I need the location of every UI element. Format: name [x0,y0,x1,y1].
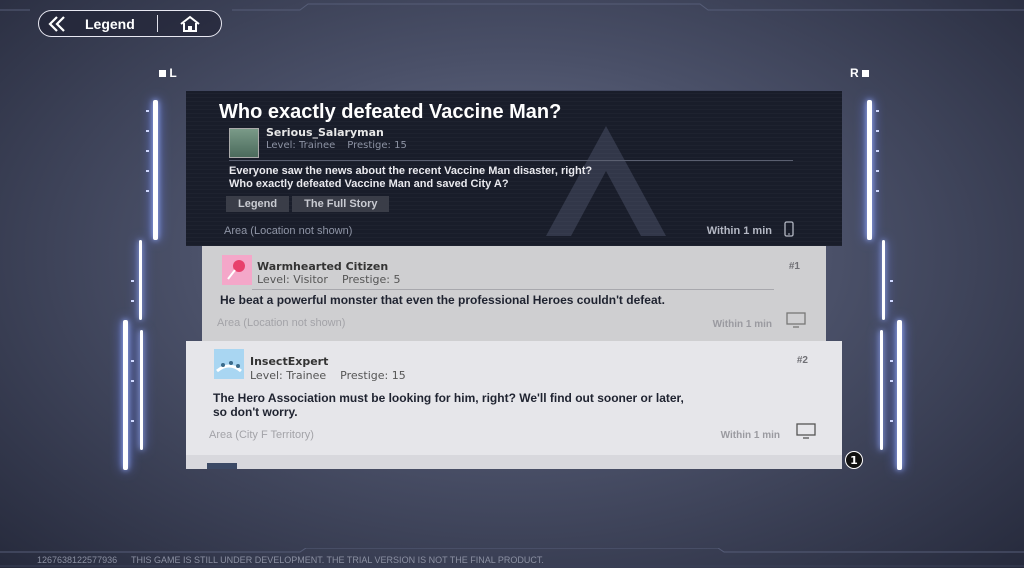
post-body: Everyone saw the news about the recent V… [229,165,649,191]
back-arrow-icon [48,15,65,32]
reply-card[interactable]: Warmhearted Citizen Level: Visitor Presti… [202,246,826,341]
post-author-level: Level: Trainee [266,140,336,151]
reply-author-avatar[interactable] [214,349,244,379]
home-button[interactable] [158,11,221,36]
left-shoulder-tag[interactable]: L [159,66,177,80]
reply-body-line: The Hero Association must be looking for… [213,391,684,405]
post-author-avatar[interactable] [229,128,259,158]
reply-card-partial[interactable] [186,455,842,469]
back-label: Legend [85,15,135,32]
left-tag-label: L [169,66,177,80]
reply-number: #1 [788,261,800,272]
top-nav-pill: Legend [38,10,222,37]
reply-author-avatar[interactable] [207,463,237,469]
reply-author-avatar[interactable] [222,255,252,285]
post-body-line: Everyone saw the news about the recent V… [229,165,593,177]
reply-author-prestige: Prestige: 15 [340,369,406,382]
reply-author-meta: Level: Visitor Prestige: 5 [257,273,400,286]
phone-icon [784,221,794,237]
reply-body-line: so don't worry. [213,405,298,419]
post-tag[interactable]: The Full Story [292,196,390,212]
post-body-line: Who exactly defeated Vaccine Man and sav… [229,178,509,190]
post-time: Within 1 min [706,225,772,237]
monitor-icon [796,423,816,439]
reply-number: #2 [796,355,808,366]
post-area: Area (Location not shown) [224,225,353,237]
reply-area: Area (City F Territory) [209,429,314,441]
footer: 1267638122577936 THIS GAME IS STILL UNDE… [0,553,1024,568]
post-tags: Legend The Full Story [226,196,390,212]
monitor-icon [786,312,806,328]
post-author-prestige: Prestige: 15 [347,140,407,151]
right-shoulder-tag[interactable]: R [850,66,870,80]
reply-card[interactable]: InsectExpert Level: Trainee Prestige: 15 … [186,341,842,455]
reply-author-prestige: Prestige: 5 [341,273,401,286]
right-stick-scroll-badge[interactable]: 1 [845,451,863,469]
reply-area: Area (Location not shown) [217,317,346,329]
reply-time: Within 1 min [712,319,772,330]
back-button[interactable]: Legend [39,11,157,36]
development-notice: THIS GAME IS STILL UNDER DEVELOPMENT. TH… [131,555,544,565]
reply-author-meta: Level: Trainee Prestige: 15 [250,369,406,382]
post-divider [229,160,793,161]
reply-author-name: InsectExpert [250,355,329,368]
reply-body: He beat a powerful monster that even the… [220,293,665,307]
post-author-meta: Level: Trainee Prestige: 15 [266,140,407,151]
reply-time: Within 1 min [720,430,780,441]
main-post-card[interactable]: Who exactly defeated Vaccine Man? Seriou… [186,90,842,246]
reply-divider [252,289,774,290]
reply-body: The Hero Association must be looking for… [213,391,684,419]
reply-author-level: Level: Visitor [257,273,328,286]
reply-author-name: Warmhearted Citizen [257,260,389,273]
post-title: Who exactly defeated Vaccine Man? [219,101,562,123]
post-tag[interactable]: Legend [226,196,290,212]
reply-author-level: Level: Trainee [250,369,327,382]
home-icon [179,15,200,32]
right-tag-label: R [850,66,859,80]
left-tag-square-icon [159,70,166,78]
right-tag-square-icon [862,70,870,78]
user-id: 1267638122577936 [37,555,118,565]
post-author-name: Serious_Salaryman [266,126,384,139]
